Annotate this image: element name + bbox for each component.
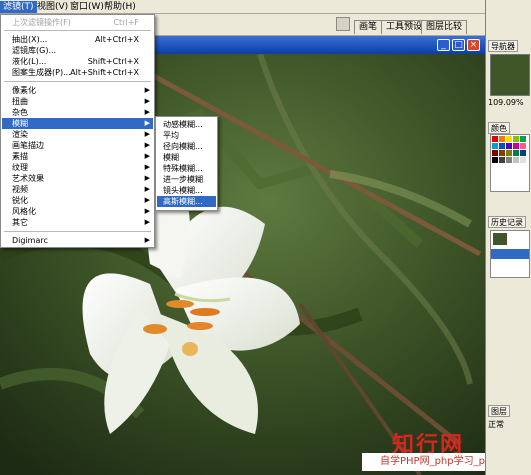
menu-item-sharpen[interactable]: 锐化 ▶ (2, 195, 153, 206)
menu-item-artistic[interactable]: 艺术效果 ▶ (2, 173, 153, 184)
menu-item-texture[interactable]: 纹理 ▶ (2, 162, 153, 173)
submenu-item-blur[interactable]: 模糊 (157, 152, 216, 163)
menu-item-pixelate[interactable]: 像素化 ▶ (2, 85, 153, 96)
submenu-item-blur-more[interactable]: 进一步模糊 (157, 174, 216, 185)
menu-item-noise[interactable]: 杂色 ▶ (2, 107, 153, 118)
menu-item-pattern-maker[interactable]: 图案生成器(P)... Alt+Shift+Ctrl+X (2, 67, 153, 78)
filter-menu: 上次滤镜操作(F) Ctrl+F 抽出(X)... Alt+Ctrl+X 滤镜库(G… (0, 14, 155, 248)
submenu-arrow-icon: ▶ (144, 130, 150, 138)
tab-layers[interactable]: 图层 (488, 405, 510, 417)
menu-item-video[interactable]: 视频 ▶ (2, 184, 153, 195)
submenu-item-smart-blur[interactable]: 特殊模糊... (157, 163, 216, 174)
submenu-arrow-icon: ▶ (144, 174, 150, 182)
blend-mode-select[interactable]: 正常 (488, 419, 504, 430)
submenu-item-average[interactable]: 平均 (157, 130, 216, 141)
submenu-arrow-icon: ▶ (144, 152, 150, 160)
submenu-arrow-icon: ▶ (144, 108, 150, 116)
submenu-arrow-icon: ▶ (144, 207, 150, 215)
menu-item-distort[interactable]: 扭曲 ▶ (2, 96, 153, 107)
menu-help[interactable]: 帮助(H) (101, 1, 139, 13)
tab-navigator[interactable]: 导航器 (488, 40, 518, 52)
menu-filter[interactable]: 滤镜(T) (0, 1, 37, 13)
menu-item-brush-strokes[interactable]: 画笔描边 ▶ (2, 140, 153, 151)
submenu-arrow-icon: ▶ (144, 218, 150, 226)
submenu-item-gaussian-blur[interactable]: 高斯模糊... (157, 196, 216, 207)
palette-dock: 导航器 109.09% 颜色 历史记录 图层 正常 (485, 0, 531, 475)
menu-item-stylize[interactable]: 风格化 ▶ (2, 206, 153, 217)
tab-history[interactable]: 历史记录 (488, 216, 526, 228)
close-icon[interactable]: × (467, 39, 480, 51)
menu-item-blur[interactable]: 模糊 ▶ (2, 118, 153, 129)
submenu-item-motion-blur[interactable]: 动感模糊... (157, 119, 216, 130)
history-snapshot[interactable] (493, 233, 507, 245)
submenu-arrow-icon: ▶ (144, 141, 150, 149)
menu-item-filter-gallery[interactable]: 滤镜库(G)... (2, 45, 153, 56)
menu-item-liquify[interactable]: 液化(L)... Shift+Ctrl+X (2, 56, 153, 67)
submenu-item-radial-blur[interactable]: 径向模糊... (157, 141, 216, 152)
zoom-value[interactable]: 109.09% (488, 98, 524, 107)
submenu-arrow-icon: ▶ (144, 97, 150, 105)
menu-item-last-filter[interactable]: 上次滤镜操作(F) Ctrl+F (2, 17, 153, 28)
submenu-arrow-icon: ▶ (144, 119, 150, 127)
submenu-arrow-icon: ▶ (144, 236, 150, 244)
file-browser-icon[interactable] (336, 17, 350, 31)
tab-color[interactable]: 颜色 (488, 122, 510, 134)
tab-brushes[interactable]: 画笔 (354, 20, 383, 34)
swatches-grid[interactable] (490, 134, 530, 192)
submenu-arrow-icon: ▶ (144, 196, 150, 204)
minimize-icon[interactable]: _ (437, 39, 450, 51)
submenu-arrow-icon: ▶ (144, 163, 150, 171)
menu-item-other[interactable]: 其它 ▶ (2, 217, 153, 228)
navigator-thumbnail[interactable] (490, 54, 530, 96)
history-state-selected[interactable] (491, 249, 529, 259)
menu-item-extract[interactable]: 抽出(X)... Alt+Ctrl+X (2, 34, 153, 45)
blur-submenu: 动感模糊... 平均 径向模糊... 模糊 特殊模糊... 进一步模糊 镜头模糊… (155, 116, 218, 211)
submenu-arrow-icon: ▶ (144, 185, 150, 193)
history-list[interactable] (490, 230, 530, 278)
menu-item-render[interactable]: 渲染 ▶ (2, 129, 153, 140)
menu-item-sketch[interactable]: 素描 ▶ (2, 151, 153, 162)
tab-layer-comps[interactable]: 图层比较 (421, 20, 468, 34)
menu-view[interactable]: 视图(V) (34, 1, 71, 13)
menu-item-digimarc[interactable]: Digimarc ▶ (2, 235, 153, 246)
submenu-arrow-icon: ▶ (144, 86, 150, 94)
menu-bar: 滤镜(T) 视图(V) 窗口(W) 帮助(H) (0, 0, 531, 14)
maximize-icon[interactable]: □ (452, 39, 465, 51)
submenu-item-lens-blur[interactable]: 镜头模糊... (157, 185, 216, 196)
